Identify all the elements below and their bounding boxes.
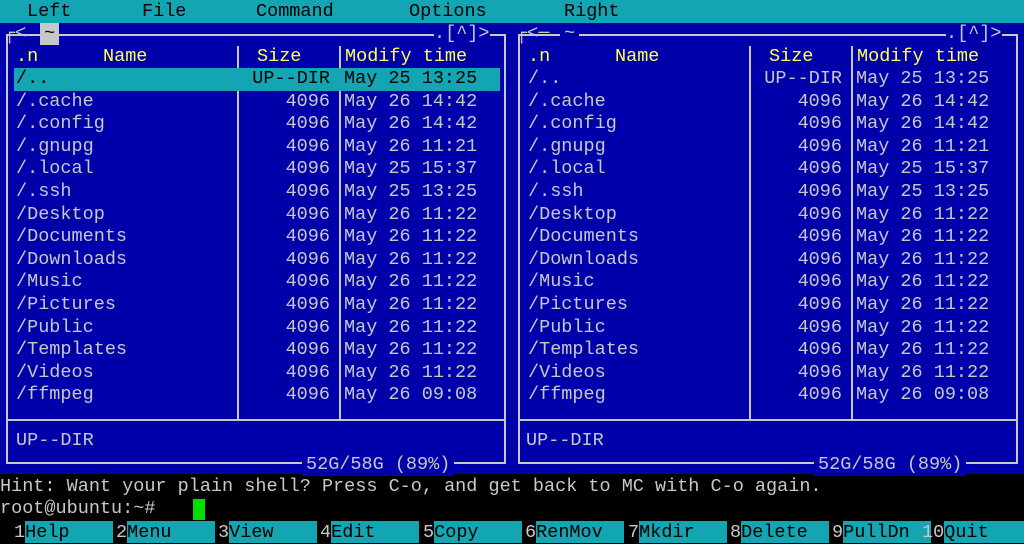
hint-line: Hint: Want your plain shell? Press C-o, … (0, 476, 822, 497)
fkey-quit[interactable]: 10Quit (922, 521, 1024, 544)
file-row[interactable]: /Videos 4096 May 26 11:22 (14, 362, 500, 385)
file-row[interactable]: /.gnupg 4096 May 26 11:21 (14, 136, 500, 159)
file-row[interactable]: /Documents 4096 May 26 11:22 (14, 226, 500, 249)
fkey-renmov[interactable]: 6RenMov (525, 521, 625, 544)
file-row[interactable]: /ffmpeg 4096 May 26 09:08 (14, 384, 500, 407)
fkey-copy[interactable]: 5Copy (423, 521, 523, 544)
menu-file[interactable]: File (142, 1, 186, 23)
fkey-help[interactable]: 1Help (14, 521, 114, 544)
menu-right[interactable]: Right (564, 1, 620, 23)
file-row[interactable]: /.. UP--DIR May 25 13:25 (526, 68, 1012, 91)
file-row[interactable]: /Downloads 4096 May 26 11:22 (14, 249, 500, 272)
file-row[interactable]: /ffmpeg 4096 May 26 09:08 (526, 384, 1012, 407)
file-row[interactable]: /.gnupg 4096 May 26 11:21 (526, 136, 1012, 159)
file-row[interactable]: /Templates 4096 May 26 11:22 (526, 339, 1012, 362)
file-row[interactable]: /Desktop 4096 May 26 11:22 (14, 204, 500, 227)
corner-tl: ┌< (4, 22, 27, 44)
file-row[interactable]: /Pictures 4096 May 26 11:22 (526, 294, 1012, 317)
col-time-header[interactable]: Modify time (345, 46, 467, 69)
function-key-bar: 1Help 2Menu 3View 4Edit 5Copy 6RenMov 7M… (0, 521, 1024, 544)
col-time-header[interactable]: Modify time (857, 46, 979, 69)
file-row[interactable]: /.cache 4096 May 26 14:42 (526, 91, 1012, 114)
file-row[interactable]: /Public 4096 May 26 11:22 (526, 317, 1012, 340)
frame-mini-divider (8, 418, 504, 421)
right-panel-path[interactable]: ~ (560, 22, 580, 45)
right-panel[interactable]: ┌<─ ~ .[^]> .n Name Size Modify time /..… (512, 22, 1024, 476)
shell-prompt[interactable]: root@ubuntu:~# (0, 498, 155, 520)
right-disk-usage: 52G/58G (89%) (814, 453, 967, 476)
file-row[interactable]: /.ssh 4096 May 25 13:25 (526, 181, 1012, 204)
menu-command[interactable]: Command (256, 1, 334, 23)
file-row[interactable]: /Templates 4096 May 26 11:22 (14, 339, 500, 362)
frame-right (1016, 33, 1018, 462)
frame-left (6, 33, 8, 462)
right-file-list: /.. UP--DIR May 25 13:25 /.cache 4096 May 26… (526, 68, 1012, 407)
fkey-edit[interactable]: 4Edit (320, 521, 420, 544)
left-panel[interactable]: ┌< ~ .[^]> .n Name Size Modify time /.. U… (0, 22, 512, 476)
frame-left (518, 33, 520, 462)
frame-top (6, 33, 506, 36)
frame-top (518, 33, 1018, 36)
right-panel-status: UP--DIR (526, 429, 604, 451)
left-panel-status: UP--DIR (16, 429, 94, 451)
fkey-mkdir[interactable]: 7Mkdir (628, 521, 728, 544)
col-size-header[interactable]: Size (257, 46, 301, 69)
terminal-cursor (193, 499, 205, 520)
file-row[interactable]: /.local 4096 May 25 15:37 (14, 158, 500, 181)
file-row[interactable]: /Downloads 4096 May 26 11:22 (526, 249, 1012, 272)
col-sort-indicator[interactable]: .n (16, 46, 38, 69)
fkey-delete[interactable]: 8Delete (730, 521, 830, 544)
menu-options[interactable]: Options (409, 1, 487, 23)
fkey-menu[interactable]: 2Menu (116, 521, 216, 544)
file-row[interactable]: /.ssh 4096 May 25 13:25 (14, 181, 500, 204)
file-row[interactable]: /Music 4096 May 26 11:22 (526, 271, 1012, 294)
col-name-header[interactable]: Name (615, 46, 659, 69)
menu-left[interactable]: Left (27, 1, 71, 23)
file-row[interactable]: /.local 4096 May 25 15:37 (526, 158, 1012, 181)
left-panel-controls[interactable]: .[^]> (434, 22, 490, 45)
fkey-view[interactable]: 3View (218, 521, 318, 544)
file-row[interactable]: /Pictures 4096 May 26 11:22 (14, 294, 500, 317)
midnight-commander-window: Left File Command Options Right ┌< ~ .[^… (0, 0, 1024, 544)
left-file-list: /.. UP--DIR May 25 13:25 /.cache 4096 May 26… (14, 68, 500, 407)
file-row[interactable]: /Music 4096 May 26 11:22 (14, 271, 500, 294)
left-panel-path[interactable]: ~ (40, 22, 60, 45)
col-size-header[interactable]: Size (769, 46, 813, 69)
file-row[interactable]: /.. UP--DIR May 25 13:25 (14, 68, 500, 91)
left-disk-usage: 52G/58G (89%) (302, 453, 455, 476)
file-row[interactable]: /.config 4096 May 26 14:42 (14, 113, 500, 136)
file-row[interactable]: /Videos 4096 May 26 11:22 (526, 362, 1012, 385)
menu-bar: Left File Command Options Right (0, 0, 1024, 23)
frame-right (504, 33, 506, 462)
file-row[interactable]: /Desktop 4096 May 26 11:22 (526, 204, 1012, 227)
file-row[interactable]: /Documents 4096 May 26 11:22 (526, 226, 1012, 249)
file-row[interactable]: /.config 4096 May 26 14:42 (526, 113, 1012, 136)
right-panel-controls[interactable]: .[^]> (946, 22, 1002, 45)
col-name-header[interactable]: Name (103, 46, 147, 69)
frame-mini-divider (520, 418, 1016, 421)
corner-tl: ┌<─ (516, 22, 550, 44)
col-sort-indicator[interactable]: .n (528, 46, 550, 69)
file-row[interactable]: /.cache 4096 May 26 14:42 (14, 91, 500, 114)
fkey-pulldn[interactable]: 9PullDn (832, 521, 932, 544)
file-row[interactable]: /Public 4096 May 26 11:22 (14, 317, 500, 340)
